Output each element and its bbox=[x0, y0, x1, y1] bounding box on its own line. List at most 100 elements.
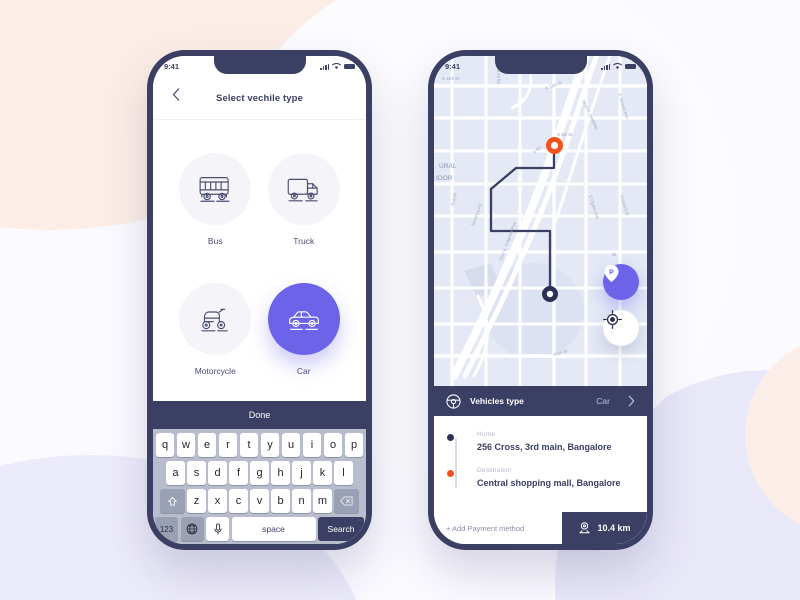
back-button[interactable] bbox=[165, 83, 187, 105]
destination-dot bbox=[446, 470, 454, 477]
vehicle-option-motorcycle[interactable]: Motorcycle bbox=[171, 265, 260, 396]
steering-wheel-icon bbox=[446, 393, 461, 409]
vehicle-label-bus: Bus bbox=[207, 235, 223, 246]
battery-icon bbox=[625, 63, 636, 70]
key-a[interactable]: a bbox=[166, 461, 185, 485]
vehicle-option-bus[interactable]: Bus bbox=[171, 134, 260, 265]
key-n[interactable]: n bbox=[292, 489, 311, 513]
numbers-key[interactable]: 123 bbox=[155, 517, 178, 541]
key-y[interactable]: y bbox=[260, 433, 280, 457]
chevron-right-icon bbox=[628, 395, 635, 407]
bottom-action-bar: + Add Payment method 10.4 km bbox=[434, 512, 647, 544]
keyboard-row-1: q w e r t y u i o p bbox=[155, 433, 364, 457]
locate-me-fab-button[interactable] bbox=[603, 310, 639, 346]
key-m[interactable]: m bbox=[313, 489, 332, 513]
vehicle-type-grid: Bus Truck Motorcycle Car bbox=[153, 120, 366, 401]
signal-bars-icon bbox=[320, 63, 329, 70]
key-o[interactable]: o bbox=[323, 433, 343, 457]
key-k[interactable]: k bbox=[313, 461, 332, 485]
vehicle-option-truck[interactable]: Truck bbox=[260, 134, 349, 265]
globe-key[interactable] bbox=[180, 517, 204, 541]
address-caption-home: Home bbox=[477, 431, 496, 438]
vehicle-option-car[interactable]: Car bbox=[260, 265, 349, 396]
key-u[interactable]: u bbox=[281, 433, 301, 457]
battery-icon bbox=[344, 63, 355, 70]
globe-icon bbox=[186, 523, 198, 535]
vehicle-label-truck: Truck bbox=[293, 235, 315, 246]
notch-left bbox=[213, 56, 306, 74]
key-b[interactable]: b bbox=[271, 489, 290, 513]
key-f[interactable]: f bbox=[229, 461, 248, 485]
key-x[interactable]: x bbox=[208, 489, 227, 513]
add-payment-method-button[interactable]: + Add Payment method bbox=[434, 512, 562, 544]
car-icon bbox=[288, 311, 319, 331]
bus-icon bbox=[199, 176, 230, 202]
space-key[interactable]: space bbox=[231, 517, 316, 541]
car-icon-circle-selected bbox=[267, 283, 340, 356]
address-card: Home 256 Cross, 3rd main, Bangalore Dest… bbox=[434, 416, 647, 512]
status-time: 9:41 bbox=[445, 62, 461, 71]
vehicle-label-car: Car bbox=[296, 366, 311, 377]
truck-icon-circle bbox=[267, 152, 340, 225]
key-p[interactable]: p bbox=[344, 433, 364, 457]
key-d[interactable]: d bbox=[208, 461, 227, 485]
key-l[interactable]: l bbox=[334, 461, 353, 485]
microphone-key[interactable] bbox=[206, 517, 229, 541]
key-r[interactable]: r bbox=[218, 433, 238, 457]
backspace-icon bbox=[340, 496, 353, 506]
address-value-home: 256 Cross, 3rd main, Bangalore bbox=[477, 442, 612, 452]
vehicles-type-value: Car bbox=[596, 396, 610, 406]
key-j[interactable]: j bbox=[292, 461, 311, 485]
microphone-icon bbox=[213, 523, 222, 535]
phone-left-vehicle-selection: 9:41 Select vechile type Bus Truck Motor… bbox=[147, 50, 372, 550]
vehicles-type-label: Vehicles type bbox=[470, 396, 524, 406]
map-view[interactable]: N 11th St Pg 83 Rd N 11th St Dran K. Dra… bbox=[434, 56, 647, 386]
route-distance-icon bbox=[580, 522, 590, 534]
svg-text:IDOR: IDOR bbox=[436, 175, 453, 182]
notch-right bbox=[494, 56, 587, 74]
key-h[interactable]: h bbox=[271, 461, 290, 485]
vehicles-type-row[interactable]: Vehicles type Car bbox=[434, 386, 647, 416]
address-caption-destination: Destination bbox=[477, 467, 512, 474]
key-e[interactable]: e bbox=[197, 433, 217, 457]
motorcycle-icon bbox=[201, 309, 229, 332]
right-screen: 9:41 N 11th St Pg 83 Rd N 11th St Dran K… bbox=[434, 56, 647, 544]
bus-icon-circle bbox=[179, 152, 252, 225]
key-g[interactable]: g bbox=[250, 461, 269, 485]
done-button[interactable]: Done bbox=[153, 401, 366, 429]
address-value-destination: Central shopping mall, Bangalore bbox=[477, 478, 621, 488]
chevron-left-icon bbox=[172, 87, 180, 101]
key-v[interactable]: v bbox=[250, 489, 269, 513]
wifi-icon bbox=[613, 63, 622, 70]
shift-arrow-icon bbox=[167, 496, 177, 506]
map-pin-p-icon: P bbox=[604, 264, 619, 283]
key-z[interactable]: z bbox=[187, 489, 206, 513]
backspace-key[interactable] bbox=[334, 489, 360, 513]
left-screen: 9:41 Select vechile type Bus Truck Motor… bbox=[153, 56, 366, 544]
key-i[interactable]: i bbox=[302, 433, 322, 457]
truck-icon bbox=[287, 178, 318, 202]
destination-pin-marker[interactable] bbox=[546, 137, 563, 154]
on-screen-keyboard: q w e r t y u i o p a s d f g h j k l z … bbox=[153, 429, 366, 544]
search-key[interactable]: Search bbox=[318, 517, 364, 541]
home-dot bbox=[446, 434, 454, 441]
vehicle-label-motorcycle: Motorcycle bbox=[194, 366, 236, 377]
key-s[interactable]: s bbox=[187, 461, 206, 485]
address-row-home[interactable]: Home 256 Cross, 3rd main, Bangalore bbox=[446, 431, 631, 452]
crosshair-locate-icon bbox=[603, 310, 622, 329]
map-pin-fab-button[interactable]: P bbox=[603, 264, 639, 300]
key-w[interactable]: w bbox=[176, 433, 196, 457]
origin-dot-marker[interactable] bbox=[542, 286, 558, 302]
key-q[interactable]: q bbox=[155, 433, 175, 457]
key-t[interactable]: t bbox=[239, 433, 259, 457]
keyboard-row-3: z x c v b n m bbox=[155, 489, 364, 513]
wifi-icon bbox=[332, 63, 341, 70]
svg-text:URAL: URAL bbox=[439, 163, 457, 170]
signal-bars-icon bbox=[601, 63, 610, 70]
shift-key[interactable] bbox=[159, 489, 185, 513]
key-c[interactable]: c bbox=[229, 489, 248, 513]
motorcycle-icon-circle bbox=[179, 283, 252, 356]
distance-indicator: 10.4 km bbox=[562, 512, 647, 544]
status-time: 9:41 bbox=[164, 62, 180, 71]
address-row-destination[interactable]: Destination Central shopping mall, Banga… bbox=[446, 467, 631, 488]
